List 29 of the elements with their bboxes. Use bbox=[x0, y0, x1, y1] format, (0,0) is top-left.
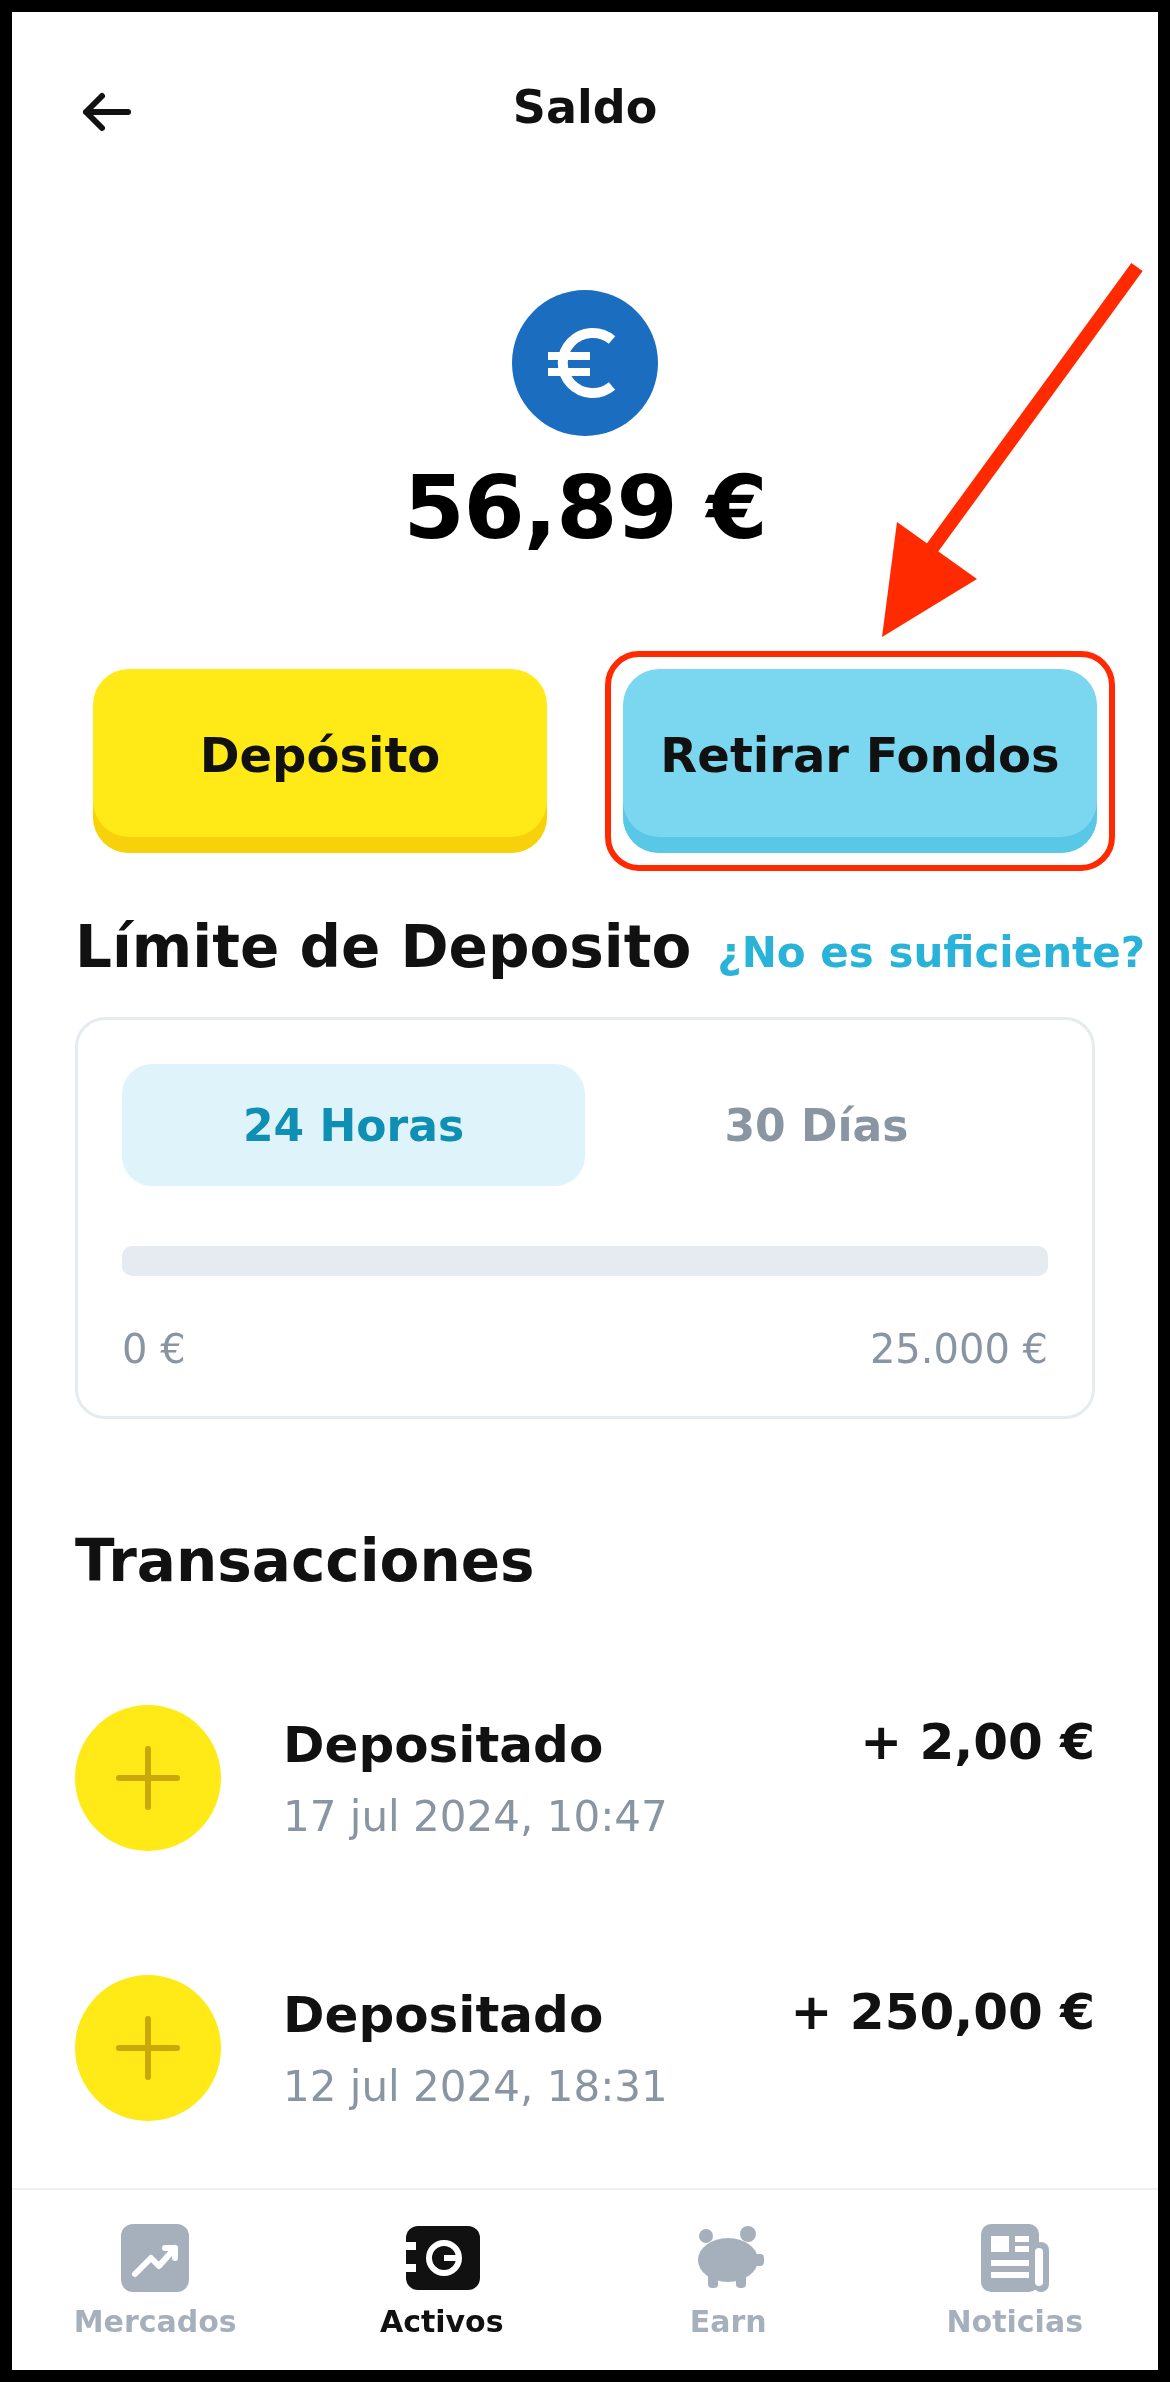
euro-coin-icon bbox=[512, 290, 658, 436]
max-label: 25.000 € bbox=[869, 1326, 1048, 1372]
transaction-date: 12 jul 2024, 18:31 bbox=[283, 2061, 669, 2111]
transaction-date: 17 jul 2024, 10:47 bbox=[283, 1791, 669, 1841]
transaction-amount: + 2,00 € bbox=[860, 1713, 1095, 1771]
transaction-title: Depositado bbox=[283, 1715, 605, 1774]
section-title: Transacciones bbox=[75, 1527, 536, 1595]
deposit-button[interactable]: Depósito bbox=[93, 669, 547, 853]
nav-tab[interactable]: Activos bbox=[298, 2220, 585, 2370]
balance-amount: 56,89 € bbox=[402, 456, 768, 559]
period-tab[interactable]: 30 Días bbox=[585, 1064, 1048, 1186]
min-label: 0 € bbox=[122, 1326, 186, 1372]
transaction-amount: + 250,00 € bbox=[790, 1983, 1095, 2041]
plus-icon bbox=[75, 1975, 221, 2121]
transaction-title: Depositado bbox=[283, 1985, 605, 2044]
withdraw-button[interactable]: Retirar Fondos bbox=[623, 669, 1097, 853]
nav-label: Activos bbox=[379, 2304, 504, 2339]
help-link[interactable]: ¿No es suficiente? bbox=[717, 928, 1145, 977]
nav-tab[interactable]: Earn bbox=[585, 2220, 872, 2370]
nav-label: Earn bbox=[689, 2304, 767, 2339]
back-arrow-icon[interactable] bbox=[80, 90, 132, 134]
page-title: Saldo bbox=[512, 80, 658, 134]
nav-tab[interactable]: Mercados bbox=[12, 2220, 299, 2370]
nav-tab[interactable]: Noticias bbox=[871, 2220, 1158, 2370]
nav-label: Noticias bbox=[946, 2304, 1083, 2339]
plus-icon bbox=[75, 1705, 221, 1851]
nav-label: Mercados bbox=[73, 2304, 237, 2339]
period-tab[interactable]: 24 Horas bbox=[122, 1064, 585, 1186]
section-title: Límite de Deposito bbox=[75, 913, 692, 981]
